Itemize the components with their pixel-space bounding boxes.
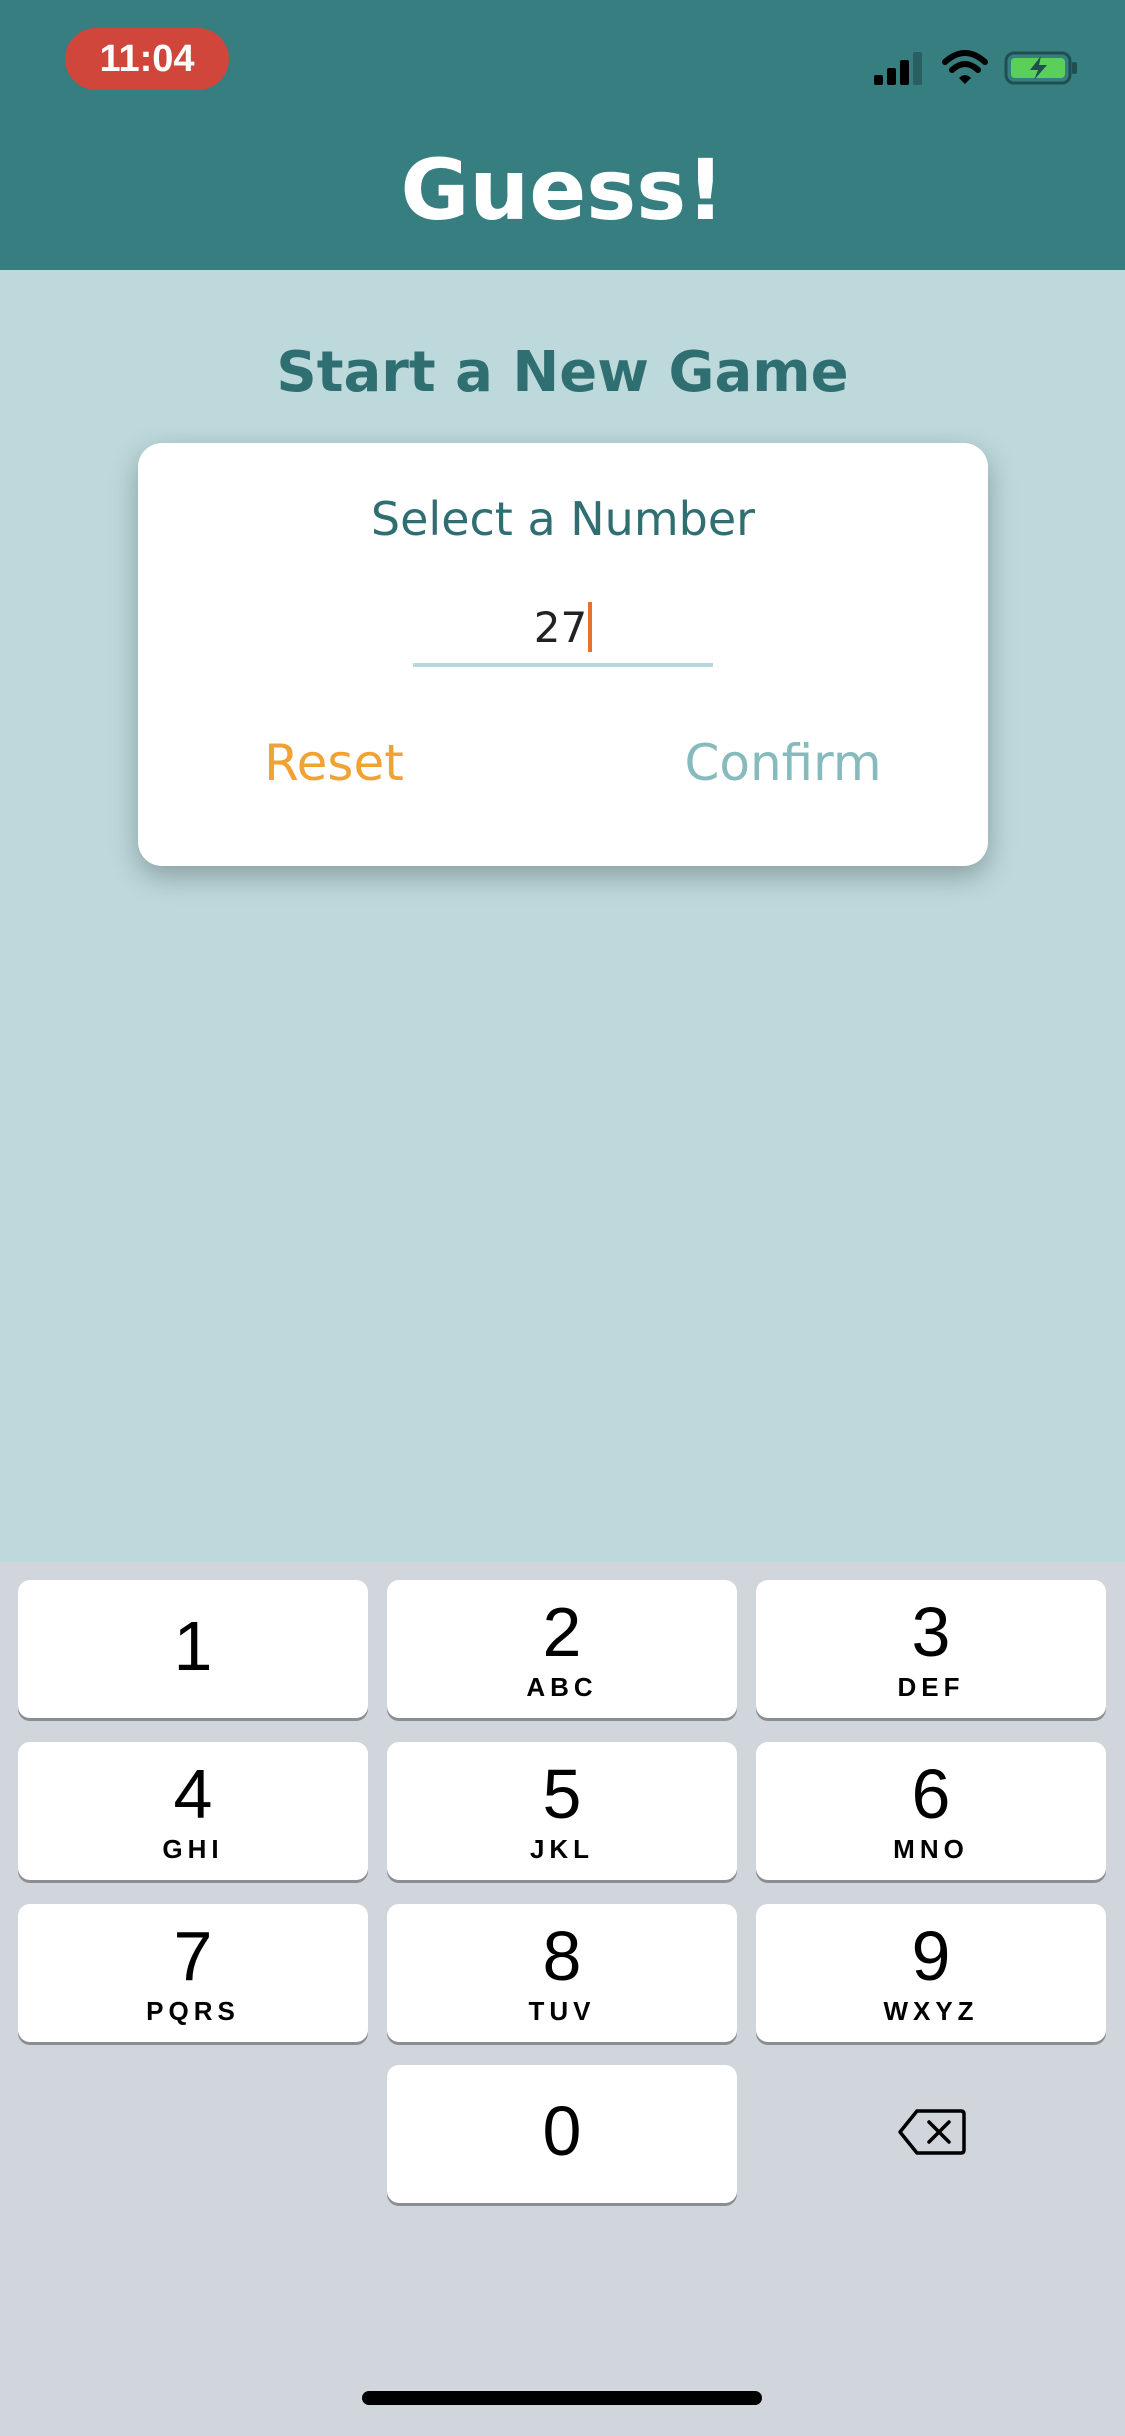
key-letters: JKL [529,1834,595,1864]
key-letters: MNO [893,1834,969,1864]
key-digit: 3 [911,1593,951,1671]
key-0[interactable]: 0 [387,2065,737,2203]
key-8[interactable]: 8 TUV [387,1904,737,2042]
confirm-button[interactable]: Confirm [658,728,908,798]
key-6[interactable]: 6 MNO [756,1742,1106,1880]
backspace-icon [897,2108,967,2161]
key-digit: 5 [542,1755,582,1833]
app-header: 11:04 Guess! [0,0,1125,270]
number-input[interactable]: 27 [413,593,713,667]
reset-button[interactable]: Reset [234,728,434,798]
home-indicator[interactable] [362,2391,762,2405]
key-7[interactable]: 7 PQRS [18,1904,368,2042]
backspace-key[interactable] [757,2065,1107,2203]
key-letters: GHI [162,1834,224,1864]
page-title: Guess! [400,141,725,239]
key-digit: 9 [911,1917,951,1995]
key-letters: PQRS [146,1996,240,2026]
key-digit: 6 [911,1755,951,1833]
key-letters: TUV [528,1996,596,2026]
key-letters: DEF [897,1672,965,1702]
text-caret [588,601,593,652]
key-9[interactable]: 9 WXYZ [756,1904,1106,2042]
key-digit: 7 [173,1917,213,1995]
key-letters: WXYZ [883,1996,979,2026]
section-title: Start a New Game [276,340,849,405]
key-1[interactable]: 1 [18,1580,368,1718]
numeric-keypad: 1 2 ABC 3 DEF 4 GHI 5 JKL 6 MNO 7 PQRS 8… [0,1562,1125,2436]
key-digit: 4 [173,1755,213,1833]
key-digit: 2 [542,1593,582,1671]
number-input-value: 27 [533,603,588,652]
key-2[interactable]: 2 ABC [387,1580,737,1718]
key-digit: 0 [542,2092,582,2170]
card-label: Select a Number [370,492,756,546]
key-digit: 8 [542,1917,582,1995]
key-digit: 1 [173,1607,213,1685]
key-3[interactable]: 3 DEF [756,1580,1106,1718]
status-icons [874,49,1080,91]
number-select-card: Select a Number 27 Reset Confirm [138,443,988,866]
signal-icon [874,51,926,90]
status-time: 11:04 [65,28,229,90]
key-5[interactable]: 5 JKL [387,1742,737,1880]
battery-charging-icon [1004,50,1080,91]
key-letters: ABC [526,1672,598,1702]
key-4[interactable]: 4 GHI [18,1742,368,1880]
wifi-icon [942,49,988,91]
